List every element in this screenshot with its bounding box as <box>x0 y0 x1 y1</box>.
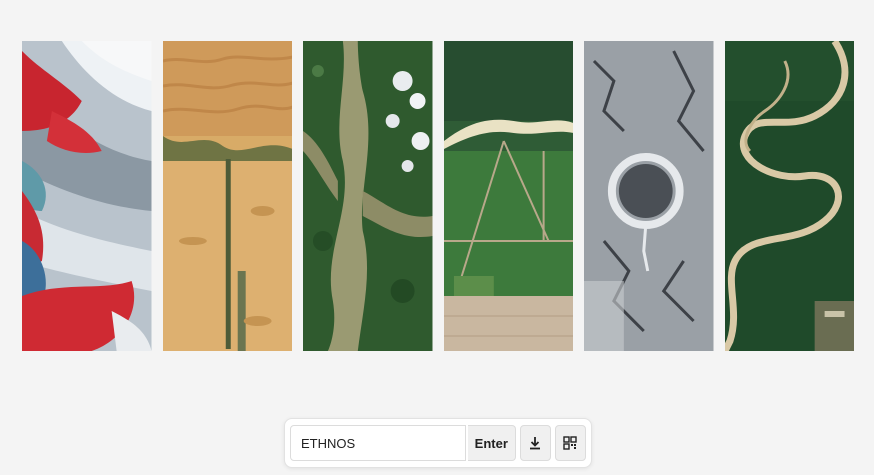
tile-forest <box>303 41 433 351</box>
river-farmland-image <box>443 41 573 351</box>
tile-glacier <box>22 41 152 351</box>
meandering-river-image <box>724 41 854 351</box>
tile-crater <box>584 41 714 351</box>
tile-desert <box>162 41 292 351</box>
forested-valley-image <box>303 41 433 351</box>
glacier-false-color-image <box>22 41 152 351</box>
qr-code-button[interactable] <box>554 425 586 461</box>
tile-river-farmland <box>443 41 573 351</box>
crater-lake-winter-image <box>584 41 714 351</box>
qr-code-icon <box>563 436 578 450</box>
toolbar: Enter <box>284 418 592 468</box>
enter-button[interactable]: Enter <box>468 425 516 461</box>
tile-meander <box>724 41 854 351</box>
download-icon <box>530 437 541 450</box>
satellite-gallery <box>22 41 854 351</box>
name-input[interactable] <box>290 425 466 461</box>
desert-dunes-image <box>162 41 292 351</box>
download-button[interactable] <box>519 425 551 461</box>
